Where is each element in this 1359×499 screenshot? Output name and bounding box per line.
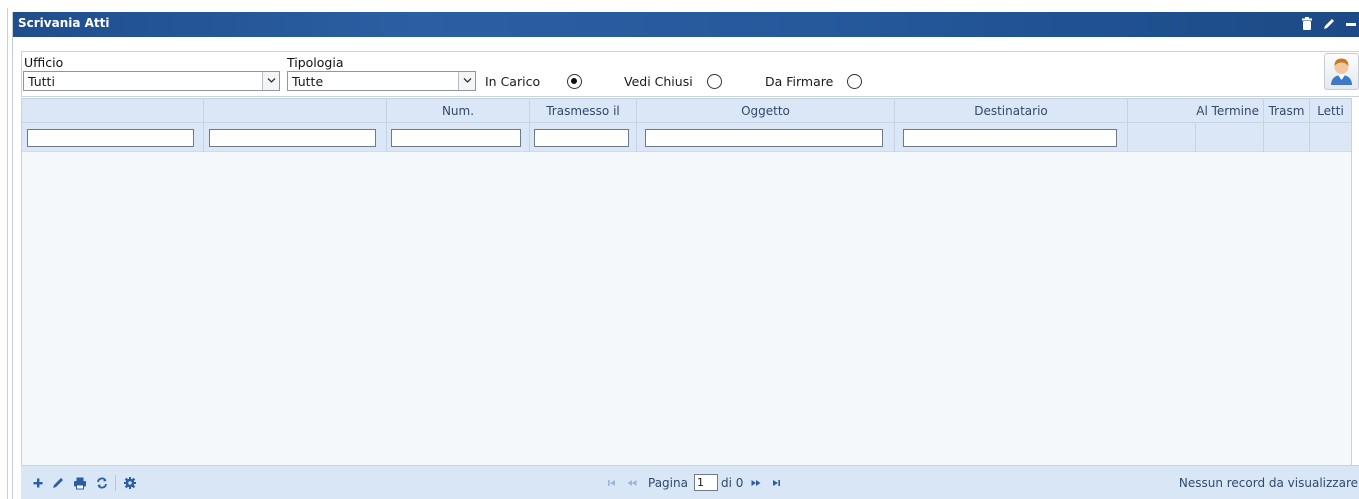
column-header-trasm[interactable]: Trasm — [1264, 99, 1310, 123]
page-count-label: di 0 — [721, 476, 744, 490]
user-avatar-icon — [1331, 58, 1352, 85]
filter-cell — [1264, 123, 1310, 152]
da-firmare-label: Da Firmare — [765, 74, 834, 89]
filter-cell — [1196, 123, 1264, 152]
filter-cell — [637, 123, 895, 152]
ufficio-value: Tutti — [28, 74, 55, 89]
ufficio-label: Ufficio — [24, 55, 64, 70]
ufficio-dropdown-button[interactable] — [262, 72, 279, 90]
tipologia-dropdown-button[interactable] — [458, 72, 475, 90]
filter-cell — [22, 123, 204, 152]
filter-input-col1[interactable] — [27, 129, 194, 147]
filter-input-oggetto[interactable] — [645, 129, 883, 147]
last-page-icon[interactable] — [769, 476, 783, 490]
minimize-icon[interactable] — [1344, 16, 1358, 32]
next-page-icon[interactable] — [749, 476, 763, 490]
page-label: Pagina — [648, 476, 688, 490]
pencil-icon[interactable] — [51, 476, 65, 490]
left-border — [7, 8, 8, 499]
ufficio-select[interactable]: Tutti — [23, 71, 280, 91]
column-header-trasmesso-il[interactable]: Trasmesso il — [530, 99, 637, 123]
filter-cell — [1310, 123, 1351, 152]
grid-filter-row — [22, 123, 1351, 152]
filter-input-col2[interactable] — [209, 129, 376, 147]
column-header-destinatario[interactable]: Destinatario — [895, 99, 1128, 123]
grid-pager: Pagina 1 di 0 Nessun record da visualizz… — [21, 465, 1359, 499]
filter-cell — [387, 123, 530, 152]
atti-grid: Num. Trasmesso il Oggetto Destinatario A… — [21, 98, 1352, 465]
gear-icon[interactable] — [123, 476, 137, 490]
page-number-input[interactable]: 1 — [694, 474, 718, 491]
pencil-icon[interactable] — [1322, 16, 1336, 32]
panel-titlebar: Scrivania Atti — [13, 12, 1359, 37]
in-carico-radio[interactable] — [567, 74, 582, 89]
in-carico-label: In Carico — [485, 74, 541, 89]
filter-input-destinatario[interactable] — [903, 129, 1117, 147]
scrivania-atti-panel: Scrivania Atti Ufficio Tutti Tipologia T… — [12, 12, 1359, 499]
filter-input-num[interactable] — [391, 129, 521, 147]
filter-cell — [530, 123, 637, 152]
tipologia-select[interactable]: Tutte — [287, 71, 476, 91]
toolbar-separator — [115, 475, 116, 491]
grid-header: Num. Trasmesso il Oggetto Destinatario A… — [22, 99, 1351, 123]
filter-cell — [895, 123, 1128, 152]
titlebar-tools — [1296, 16, 1358, 32]
grid-body-empty — [22, 153, 1351, 465]
filter-input-trasmesso-il[interactable] — [534, 129, 629, 147]
filter-cell — [204, 123, 387, 152]
da-firmare-radio[interactable] — [847, 74, 862, 89]
print-icon[interactable] — [73, 476, 87, 490]
column-header-oggetto[interactable]: Oggetto — [637, 99, 895, 123]
filter-bar: Ufficio Tutti Tipologia Tutte In Carico … — [21, 51, 1359, 97]
user-profile-button[interactable] — [1324, 53, 1359, 90]
vedi-chiusi-label: Vedi Chiusi — [624, 74, 693, 89]
tipologia-value: Tutte — [292, 74, 324, 89]
tipologia-label: Tipologia — [287, 55, 344, 70]
vedi-chiusi-radio[interactable] — [707, 74, 722, 89]
column-header-letti[interactable]: Letti — [1310, 99, 1351, 123]
column-header-2[interactable] — [204, 99, 387, 123]
column-header-num[interactable]: Num. — [387, 99, 530, 123]
column-header-1[interactable] — [22, 99, 204, 123]
filter-cell — [1128, 123, 1196, 152]
refresh-icon[interactable] — [95, 476, 109, 490]
first-page-icon[interactable] — [605, 476, 619, 490]
plus-icon[interactable] — [31, 476, 45, 490]
trash-icon[interactable] — [1300, 16, 1314, 32]
column-header-al-termine[interactable]: Al Termine — [1128, 99, 1264, 123]
panel-title: Scrivania Atti — [18, 16, 110, 30]
pager-status: Nessun record da visualizzare — [1178, 476, 1358, 490]
chevron-down-icon — [463, 78, 472, 83]
chevron-down-icon — [267, 78, 276, 83]
prev-page-icon[interactable] — [625, 476, 639, 490]
